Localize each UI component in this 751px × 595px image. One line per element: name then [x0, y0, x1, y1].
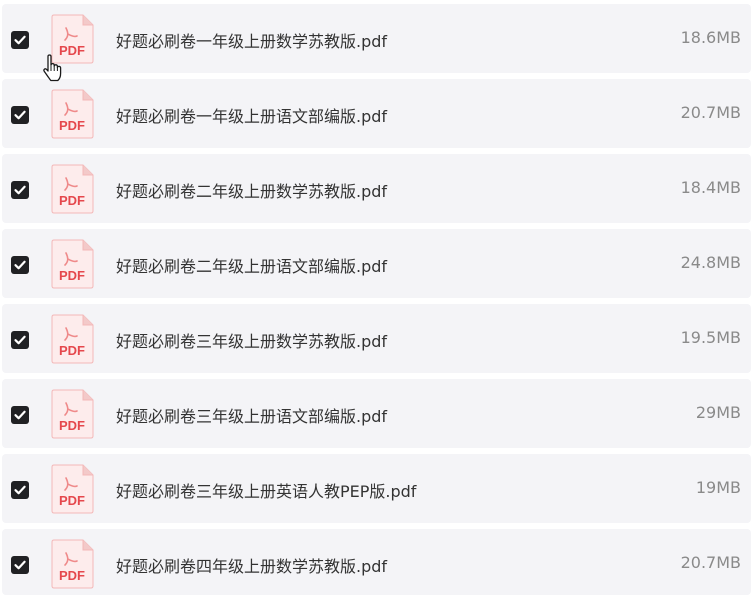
- file-size: 18.6MB: [680, 28, 741, 47]
- checkbox-checked-icon[interactable]: [11, 256, 29, 274]
- file-size: 19.5MB: [680, 328, 741, 347]
- file-row[interactable]: PDF 好题必刷卷二年级上册语文部编版.pdf 24.8MB: [2, 229, 751, 298]
- file-size: 20.7MB: [680, 103, 741, 122]
- file-row[interactable]: PDF 好题必刷卷二年级上册数学苏教版.pdf 18.4MB: [2, 154, 751, 223]
- pdf-file-icon: PDF: [50, 314, 94, 364]
- file-row[interactable]: PDF 好题必刷卷一年级上册语文部编版.pdf 20.7MB: [2, 79, 751, 148]
- checkbox-checked-icon[interactable]: [11, 106, 29, 124]
- pdf-file-icon: PDF: [50, 164, 94, 214]
- file-name: 好题必刷卷三年级上册数学苏教版.pdf: [116, 332, 388, 351]
- checkbox-checked-icon[interactable]: [11, 181, 29, 199]
- file-row[interactable]: PDF 好题必刷卷三年级上册英语人教PEP版.pdf 19MB: [2, 454, 751, 523]
- file-name: 好题必刷卷一年级上册语文部编版.pdf: [116, 107, 388, 126]
- file-row[interactable]: PDF 好题必刷卷三年级上册数学苏教版.pdf 19.5MB: [2, 304, 751, 373]
- file-size: 20.7MB: [680, 553, 741, 572]
- pdf-file-icon: PDF: [50, 464, 94, 514]
- svg-text:PDF: PDF: [59, 418, 85, 433]
- checkbox-checked-icon[interactable]: [11, 331, 29, 349]
- pdf-file-icon: PDF: [50, 389, 94, 439]
- file-size: 19MB: [695, 478, 741, 497]
- file-size: 24.8MB: [680, 253, 741, 272]
- checkbox-checked-icon[interactable]: [11, 481, 29, 499]
- svg-text:PDF: PDF: [59, 268, 85, 283]
- file-name: 好题必刷卷三年级上册英语人教PEP版.pdf: [116, 482, 417, 501]
- file-size: 18.4MB: [680, 178, 741, 197]
- checkbox-checked-icon[interactable]: [11, 406, 29, 424]
- svg-text:PDF: PDF: [59, 493, 85, 508]
- file-list: PDF 好题必刷卷一年级上册数学苏教版.pdf 18.6MB PDF 好题必刷卷…: [0, 0, 751, 595]
- file-row[interactable]: PDF 好题必刷卷三年级上册语文部编版.pdf 29MB: [2, 379, 751, 448]
- pdf-file-icon: PDF: [50, 89, 94, 139]
- svg-text:PDF: PDF: [59, 343, 85, 358]
- file-row[interactable]: PDF 好题必刷卷四年级上册数学苏教版.pdf 20.7MB: [2, 529, 751, 595]
- checkbox-checked-icon[interactable]: [11, 31, 29, 49]
- pdf-file-icon: PDF: [50, 239, 94, 289]
- file-name: 好题必刷卷二年级上册数学苏教版.pdf: [116, 182, 388, 201]
- svg-text:PDF: PDF: [59, 568, 85, 583]
- file-row[interactable]: PDF 好题必刷卷一年级上册数学苏教版.pdf 18.6MB: [2, 4, 751, 73]
- hand-pointer-cursor-icon: [41, 54, 65, 82]
- checkbox-checked-icon[interactable]: [11, 556, 29, 574]
- svg-text:PDF: PDF: [59, 118, 85, 133]
- pdf-file-icon: PDF: [50, 539, 94, 589]
- file-name: 好题必刷卷一年级上册数学苏教版.pdf: [116, 32, 388, 51]
- svg-text:PDF: PDF: [59, 193, 85, 208]
- file-name: 好题必刷卷三年级上册语文部编版.pdf: [116, 407, 388, 426]
- file-name: 好题必刷卷二年级上册语文部编版.pdf: [116, 257, 388, 276]
- file-name: 好题必刷卷四年级上册数学苏教版.pdf: [116, 557, 388, 576]
- file-size: 29MB: [695, 403, 741, 422]
